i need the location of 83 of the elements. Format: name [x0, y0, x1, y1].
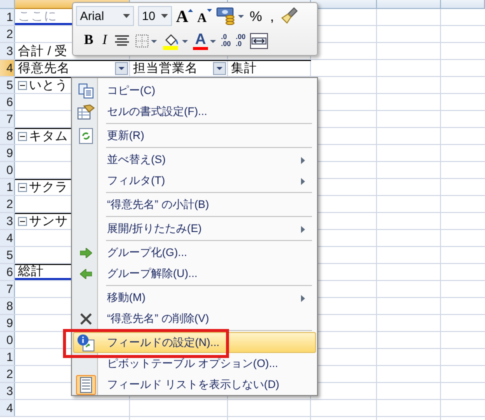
row-header[interactable]: 1	[0, 179, 15, 195]
collapse-icon[interactable]	[18, 183, 27, 192]
menu-item[interactable]: セルの書式設定(F)...	[73, 101, 316, 122]
cell-text: サクラ	[29, 181, 68, 194]
menu-item[interactable]: ピボットテーブル オプション(O)...	[73, 353, 316, 374]
cell-text: 集計	[231, 62, 257, 75]
money-icon[interactable]	[216, 7, 236, 25]
cell-text: 合計 / 受	[18, 44, 68, 58]
row-header[interactable]: 4	[0, 230, 15, 246]
percent-button[interactable]: %	[248, 9, 264, 23]
row-header[interactable]: 0	[0, 332, 15, 348]
caret-icon[interactable]	[151, 40, 158, 42]
fill-color-icon[interactable]	[162, 32, 180, 50]
row-header[interactable]: 6	[0, 264, 15, 280]
delete-icon	[80, 312, 92, 324]
borders-icon[interactable]	[135, 34, 150, 48]
shrink-font-button[interactable]: A	[197, 8, 212, 24]
row-header[interactable]: 7	[0, 281, 15, 297]
refresh-icon	[79, 128, 93, 144]
row-header[interactable]: 2	[0, 196, 15, 212]
row-header[interactable]: 8	[0, 128, 15, 144]
row-header[interactable]: 6	[0, 94, 15, 110]
row-header[interactable]: 0	[0, 162, 15, 178]
font-color-button[interactable]: A	[193, 32, 208, 50]
menu-item[interactable]: “得意先名” の削除(V)	[73, 308, 316, 329]
menu-item[interactable]: 展開/折りたたみ(E)	[73, 218, 316, 239]
caret-icon[interactable]	[238, 14, 244, 18]
row-header[interactable]: 2	[0, 26, 15, 42]
row-header[interactable]: 9	[0, 315, 15, 331]
cell-text: 担当営業名	[133, 62, 198, 75]
table-format-icon	[77, 104, 95, 120]
row-header[interactable]: 5	[0, 247, 15, 263]
cell-text: ここに	[18, 10, 57, 22]
menu-item[interactable]: 並べ替え(S)	[73, 149, 316, 170]
row-header[interactable]: 3	[0, 213, 15, 229]
row-header[interactable]: 4	[0, 400, 15, 416]
dropdown-button[interactable]	[213, 62, 226, 75]
cell-text: いとう	[29, 79, 68, 92]
merge-center-icon[interactable]	[250, 33, 268, 49]
row-header[interactable]: 1	[0, 9, 15, 25]
collapse-icon[interactable]	[18, 81, 27, 90]
menu-item[interactable]: 移動(M)	[73, 287, 316, 308]
align-center-icon[interactable]	[114, 34, 130, 48]
menu-item[interactable]: コピー(C)	[73, 80, 316, 101]
collapse-icon[interactable]	[18, 217, 27, 226]
row-header[interactable]: 3	[0, 43, 15, 59]
row-header[interactable]: 7	[0, 111, 15, 127]
italic-button[interactable]: I	[100, 34, 110, 48]
field-list-icon	[80, 376, 92, 392]
paintbrush-icon[interactable]	[280, 7, 298, 25]
info-page-icon	[77, 334, 95, 352]
dropdown-button[interactable]	[115, 62, 128, 75]
menu-item[interactable]: フィルタ(T)	[73, 170, 316, 191]
row-header[interactable]: 1	[0, 349, 15, 365]
row-header[interactable]: 4	[0, 60, 15, 76]
comma-button[interactable]: ,	[268, 9, 276, 23]
caret-icon	[123, 14, 130, 18]
cell-text: 総計	[18, 265, 44, 278]
caret-icon[interactable]	[210, 40, 216, 42]
menu-item[interactable]: フィールド リストを表示しない(D)	[73, 374, 316, 395]
menu-item[interactable]: “得意先名” の小計(B)	[73, 194, 316, 215]
cell-text: キタム	[29, 130, 68, 143]
caret-icon[interactable]	[182, 40, 188, 42]
row-header[interactable]: 5	[0, 77, 15, 93]
row-header[interactable]: 9	[0, 145, 15, 161]
bold-button[interactable]: B	[82, 34, 96, 48]
row-header[interactable]: 2	[0, 366, 15, 382]
menu-item[interactable]: グループ解除(U)...	[73, 263, 316, 284]
font-name-field[interactable]: Arial	[76, 6, 134, 26]
font-size-field[interactable]: 10	[138, 6, 172, 26]
copy-icon	[78, 82, 94, 98]
collapse-icon[interactable]	[18, 132, 27, 141]
cell-text: サンサ	[29, 215, 68, 228]
menu-item[interactable]: グループ化(G)...	[73, 242, 316, 263]
row-header[interactable]: 8	[0, 298, 15, 314]
left-arrow-icon	[80, 268, 92, 278]
row-header[interactable]: 3	[0, 383, 15, 399]
caret-icon	[161, 14, 168, 18]
menu-item[interactable]: 更新(R)	[73, 125, 316, 146]
grow-font-button[interactable]: A	[176, 8, 194, 24]
cell-text: 得意先名	[18, 62, 70, 75]
right-arrow-icon	[80, 248, 92, 258]
menu-item[interactable]: フィールドの設定(N)...	[73, 332, 316, 353]
